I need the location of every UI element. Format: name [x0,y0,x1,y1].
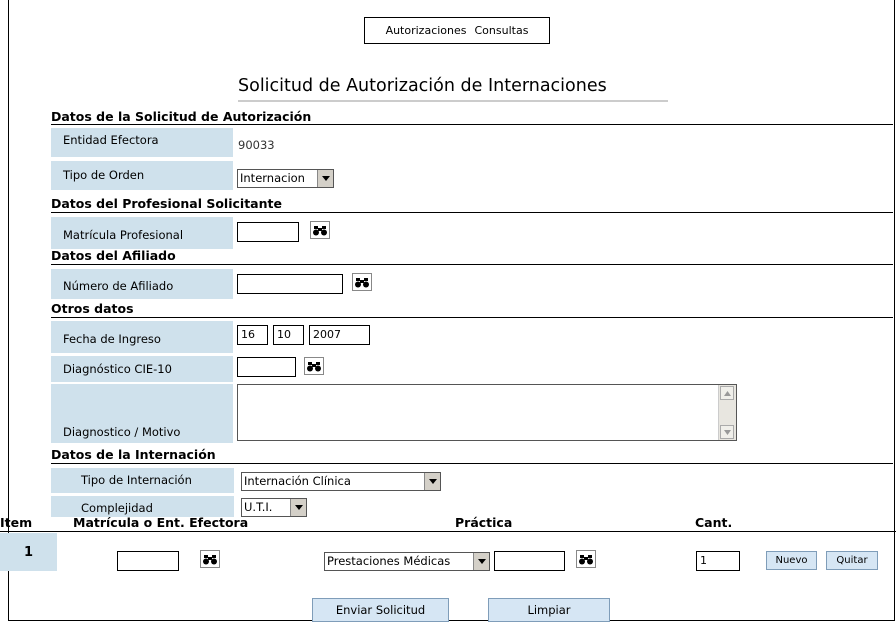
section-divider [51,463,893,464]
menu-item-consultas[interactable]: Consultas [475,24,529,37]
binoculars-icon[interactable] [576,550,596,568]
row-cantidad-input[interactable]: 1 [696,551,740,571]
menu-item-autorizaciones[interactable]: Autorizaciones [386,24,467,37]
enviar-solicitud-button[interactable]: Enviar Solicitud [312,598,449,622]
section-title-internacion: Datos de la Internación [51,447,216,462]
chevron-down-icon[interactable] [424,473,440,490]
tipo-internacion-select[interactable]: Internación Clínica [241,472,441,491]
afiliado-label: Número de Afiliado [51,269,233,299]
section-title-solicitud: Datos de la Solicitud de Autorización [51,109,312,124]
diag-motivo-label: Diagnostico / Motivo [51,384,233,443]
afiliado-input[interactable] [237,274,343,294]
quitar-button[interactable]: Quitar [826,551,878,570]
section-title-profesional: Datos del Profesional Solicitante [51,196,282,211]
section-divider [51,317,893,318]
textarea-scrollbar[interactable] [718,385,736,440]
complejidad-label: Complejidad [51,496,234,517]
tipo-orden-label: Tipo de Orden [51,161,233,190]
fecha-mes-input[interactable]: 10 [273,325,304,345]
diag-cie-input[interactable] [237,357,296,377]
binoculars-icon[interactable] [310,221,330,239]
title-divider [238,100,668,102]
binoculars-icon[interactable] [352,273,372,291]
col-header-matricula: Matrícula o Ent. Efectora [73,515,249,530]
matricula-label: Matrícula Profesional [51,217,233,249]
row-practica-codigo-input[interactable] [494,551,565,571]
tipo-internacion-label: Tipo de Internación [51,468,234,493]
binoculars-icon[interactable] [304,357,324,375]
top-menu: Autorizaciones Consultas [364,17,550,44]
entidad-value: 90033 [238,138,275,152]
complejidad-select[interactable]: U.T.I. [241,498,307,517]
diag-motivo-textarea[interactable] [237,384,737,441]
row-matricula-input[interactable] [117,551,179,571]
limpiar-button[interactable]: Limpiar [488,598,610,622]
fecha-anio-input[interactable]: 2007 [309,325,370,345]
matricula-input[interactable] [237,222,299,242]
nuevo-button[interactable]: Nuevo [766,551,817,570]
col-header-practica: Práctica [455,515,513,530]
binoculars-icon[interactable] [200,550,220,568]
section-title-otros: Otros datos [51,301,134,316]
row-item-number: 1 [0,533,57,571]
tipo-internacion-selected: Internación Clínica [244,474,351,488]
col-header-cantidad: Cant. [695,515,733,530]
tipo-orden-selected: Internacion [240,171,305,185]
tipo-orden-select[interactable]: Internacion [237,169,334,188]
row-practica-select[interactable]: Prestaciones Médicas [324,552,490,571]
scroll-up-icon[interactable] [720,386,734,400]
scroll-down-icon[interactable] [720,425,734,439]
section-divider [51,264,893,265]
row-practica-selected: Prestaciones Médicas [327,554,451,568]
chevron-down-icon[interactable] [473,553,489,570]
chevron-down-icon[interactable] [317,170,333,187]
fecha-dia-input[interactable]: 16 [237,325,268,345]
col-header-item: Item [0,515,33,530]
section-divider [51,212,893,213]
page-title: Solicitud de Autorización de Internacion… [238,76,607,96]
fecha-label: Fecha de Ingreso [51,321,233,353]
chevron-down-icon[interactable] [290,499,306,516]
diag-cie-label: Diagnóstico CIE-10 [51,356,233,382]
complejidad-selected: U.T.I. [244,500,273,514]
section-divider [51,124,893,125]
table-divider [0,531,896,532]
entidad-label: Entidad Efectora [51,128,233,157]
section-title-afiliado: Datos del Afiliado [51,248,176,263]
